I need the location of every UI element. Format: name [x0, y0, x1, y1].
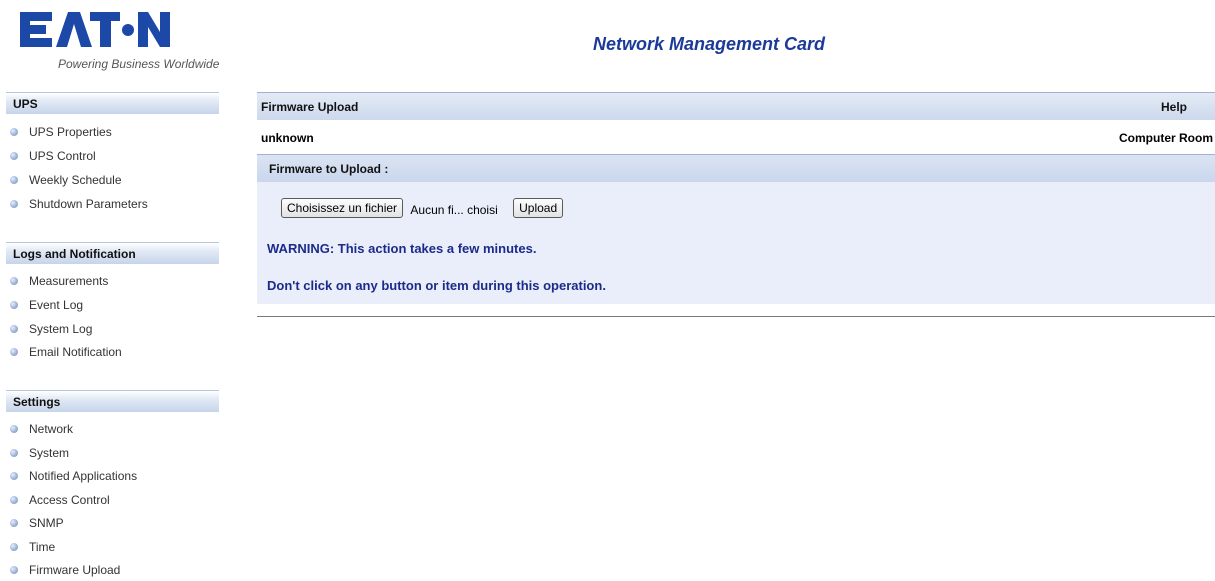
- sidebar-item-label: Event Log: [29, 298, 84, 312]
- sidebar-section-ups: UPS: [6, 92, 219, 114]
- sidebar-item-system-log[interactable]: System Log: [10, 319, 92, 339]
- section-header: Firmware to Upload :: [257, 154, 1215, 182]
- sidebar-item-event-log[interactable]: Event Log: [10, 295, 83, 315]
- divider: [257, 316, 1215, 317]
- section-title: Firmware to Upload :: [269, 162, 389, 176]
- sidebar-item-label: Email Notification: [29, 345, 122, 359]
- sidebar-item-label: Firmware Upload: [29, 563, 121, 577]
- choose-file-button[interactable]: Choisissez un fichier: [281, 198, 404, 218]
- page-title: Firmware Upload: [261, 100, 359, 114]
- device-location: Computer Room: [1119, 131, 1213, 145]
- sidebar-item-snmp[interactable]: SNMP: [10, 513, 64, 533]
- bullet-icon: [10, 175, 18, 184]
- sidebar-item-weekly-schedule[interactable]: Weekly Schedule: [10, 170, 122, 190]
- sidebar-item-label: Network: [29, 422, 74, 436]
- sidebar-item-system[interactable]: System: [10, 443, 69, 463]
- sidebar-item-time[interactable]: Time: [10, 537, 55, 557]
- sidebar-item-label: Time: [29, 540, 56, 554]
- bullet-icon: [10, 199, 18, 208]
- bullet-icon: [10, 300, 18, 309]
- sidebar-item-label: Access Control: [29, 493, 110, 507]
- warning-instruction: Don't click on any button or item during…: [267, 278, 606, 293]
- device-info-row: unknown Computer Room: [257, 128, 1215, 148]
- warning-message: WARNING: This action takes a few minutes…: [267, 241, 537, 256]
- sidebar-item-access-control[interactable]: Access Control: [10, 490, 110, 510]
- bullet-icon: [10, 276, 18, 285]
- sidebar-item-label: Notified Applications: [29, 469, 138, 483]
- sidebar-item-shutdown-parameters[interactable]: Shutdown Parameters: [10, 194, 148, 214]
- file-select-row: Choisissez un fichier Aucun fi... choisi…: [281, 198, 564, 218]
- bullet-icon: [10, 471, 18, 480]
- page-header-bar: Firmware Upload Help: [257, 92, 1215, 120]
- bullet-icon: [10, 495, 18, 504]
- brand-tagline: Powering Business Worldwide: [58, 57, 220, 71]
- sidebar-item-notified-applications[interactable]: Notified Applications: [10, 466, 137, 486]
- upload-button[interactable]: Upload: [513, 198, 564, 218]
- bullet-icon: [10, 347, 18, 356]
- firmware-upload-section: Firmware to Upload : Choisissez un fichi…: [257, 154, 1215, 304]
- help-link[interactable]: Help: [1161, 93, 1187, 121]
- sidebar-section-logs: Logs and Notification: [6, 242, 219, 264]
- bullet-icon: [10, 151, 18, 160]
- sidebar-item-label: Shutdown Parameters: [29, 197, 148, 211]
- sidebar-item-firmware-upload[interactable]: Firmware Upload: [10, 560, 120, 580]
- bullet-icon: [10, 448, 18, 457]
- sidebar-item-label: SNMP: [29, 516, 64, 530]
- sidebar-item-label: System: [29, 446, 70, 460]
- device-name: unknown: [261, 131, 314, 145]
- bullet-icon: [10, 127, 18, 136]
- bullet-icon: [10, 542, 18, 551]
- bullet-icon: [10, 324, 18, 333]
- sidebar-item-label: UPS Control: [29, 149, 96, 163]
- sidebar-item-label: Measurements: [29, 274, 109, 288]
- sidebar-item-label: System Log: [29, 322, 93, 336]
- eaton-wordmark-icon: [20, 12, 170, 47]
- sidebar-item-network[interactable]: Network: [10, 419, 73, 439]
- bullet-icon: [10, 424, 18, 433]
- sidebar-item-email-notification[interactable]: Email Notification: [10, 342, 122, 362]
- bullet-icon: [10, 565, 18, 574]
- sidebar-item-label: UPS Properties: [29, 125, 112, 139]
- sidebar-item-measurements[interactable]: Measurements: [10, 271, 108, 291]
- app-title: Network Management Card: [593, 34, 826, 54]
- eaton-logo[interactable]: Powering Business Worldwide: [20, 10, 220, 76]
- file-status-text: Aucun fi... choisi: [410, 203, 498, 217]
- sidebar-item-ups-control[interactable]: UPS Control: [10, 146, 96, 166]
- bullet-icon: [10, 518, 18, 527]
- sidebar-item-label: Weekly Schedule: [29, 173, 122, 187]
- sidebar-item-ups-properties[interactable]: UPS Properties: [10, 122, 112, 142]
- sidebar-section-settings: Settings: [6, 390, 219, 412]
